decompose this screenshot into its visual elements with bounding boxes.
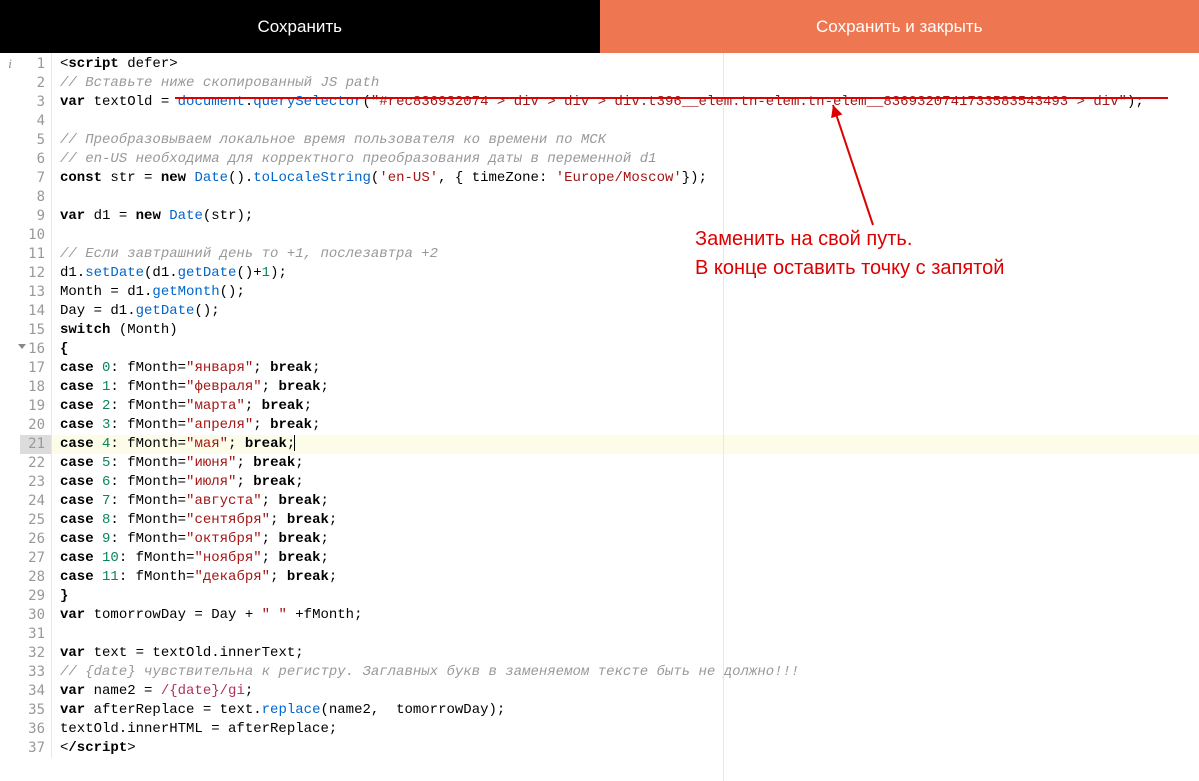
code-line: </script> xyxy=(60,739,1199,758)
code-line: case 8: fMonth="сентября"; break; xyxy=(60,511,1199,530)
annotation-arrow-icon xyxy=(828,100,888,230)
line-number: 3 xyxy=(20,93,51,112)
line-number: 9 xyxy=(20,207,51,226)
annotation-underline xyxy=(175,97,1168,99)
line-number: 4 xyxy=(20,112,51,131)
code-line: case 11: fMonth="декабря"; break; xyxy=(60,568,1199,587)
code-line: case 3: fMonth="апреля"; break; xyxy=(60,416,1199,435)
line-number: 19 xyxy=(20,397,51,416)
code-line: case 10: fMonth="ноября"; break; xyxy=(60,549,1199,568)
line-number: 24 xyxy=(20,492,51,511)
line-number: 10 xyxy=(20,226,51,245)
line-number: 16 xyxy=(20,340,51,359)
line-number: 34 xyxy=(20,682,51,701)
code-line: textOld.innerHTML = afterReplace; xyxy=(60,720,1199,739)
code-line: case 2: fMonth="марта"; break; xyxy=(60,397,1199,416)
code-line xyxy=(60,188,1199,207)
code-line: Month = d1.getMonth(); xyxy=(60,283,1199,302)
line-number: 13 xyxy=(20,283,51,302)
code-line: case 6: fMonth="июля"; break; xyxy=(60,473,1199,492)
info-icon: i xyxy=(8,56,12,71)
save-button[interactable]: Сохранить xyxy=(0,0,600,53)
code-line: case 5: fMonth="июня"; break; xyxy=(60,454,1199,473)
line-number: 25 xyxy=(20,511,51,530)
line-number: 36 xyxy=(20,720,51,739)
code-line: var d1 = new Date(str); xyxy=(60,207,1199,226)
code-line: } xyxy=(60,587,1199,606)
line-number: 17 xyxy=(20,359,51,378)
code-line: Day = d1.getDate(); xyxy=(60,302,1199,321)
line-number: 20 xyxy=(20,416,51,435)
code-line: // {date} чувствительна к регистру. Загл… xyxy=(60,663,1199,682)
code-line: case 1: fMonth="февраля"; break; xyxy=(60,378,1199,397)
line-number: 11 xyxy=(20,245,51,264)
code-line: // Преобразовываем локальное время польз… xyxy=(60,131,1199,150)
info-gutter: i xyxy=(0,53,20,758)
line-number: 22 xyxy=(20,454,51,473)
line-number: 27 xyxy=(20,549,51,568)
line-number: 15 xyxy=(20,321,51,340)
line-number: 29 xyxy=(20,587,51,606)
line-number: 6 xyxy=(20,150,51,169)
fold-icon[interactable] xyxy=(18,344,26,349)
code-line: var textOld = document.querySelector("#r… xyxy=(60,93,1199,112)
code-line: // en-US необходима для корректного прео… xyxy=(60,150,1199,169)
line-number: 23 xyxy=(20,473,51,492)
line-number: 31 xyxy=(20,625,51,644)
line-number: 26 xyxy=(20,530,51,549)
code-area[interactable]: <script defer> // Вставьте ниже скопиров… xyxy=(52,53,1199,758)
line-number-gutter: 1 2 3 4 5 6 7 8 9 10 11 12 13 14 15 16 1… xyxy=(20,53,52,758)
line-number: 18 xyxy=(20,378,51,397)
line-number: 7 xyxy=(20,169,51,188)
code-line: const str = new Date().toLocaleString('e… xyxy=(60,169,1199,188)
line-number: 12 xyxy=(20,264,51,283)
code-line: case 0: fMonth="января"; break; xyxy=(60,359,1199,378)
line-number: 30 xyxy=(20,606,51,625)
line-number: 1 xyxy=(20,55,51,74)
line-number: 14 xyxy=(20,302,51,321)
code-line: case 7: fMonth="августа"; break; xyxy=(60,492,1199,511)
code-editor[interactable]: i 1 2 3 4 5 6 7 8 9 10 11 12 13 14 15 16… xyxy=(0,53,1199,758)
code-line: case 4: fMonth="мая"; break; xyxy=(60,435,1199,454)
text-cursor xyxy=(294,435,295,451)
code-line: // Если завтрашний день то +1, послезавт… xyxy=(60,245,1199,264)
line-number: 21 xyxy=(20,435,51,454)
code-line xyxy=(60,226,1199,245)
line-number: 33 xyxy=(20,663,51,682)
code-line xyxy=(60,112,1199,131)
code-line: { xyxy=(60,340,1199,359)
editor-margin-line xyxy=(723,53,724,781)
code-line: // Вставьте ниже скопированный JS path xyxy=(60,74,1199,93)
code-line: var text = textOld.innerText; xyxy=(60,644,1199,663)
code-line: <script defer> xyxy=(60,55,1199,74)
line-number: 5 xyxy=(20,131,51,150)
code-line: case 9: fMonth="октября"; break; xyxy=(60,530,1199,549)
code-line: var tomorrowDay = Day + " " +fMonth; xyxy=(60,606,1199,625)
code-line: var name2 = /{date}/gi; xyxy=(60,682,1199,701)
code-line xyxy=(60,625,1199,644)
annotation-text: Заменить на свой путь. В конце оставить … xyxy=(695,225,1004,283)
line-number: 8 xyxy=(20,188,51,207)
line-number: 32 xyxy=(20,644,51,663)
line-number: 2 xyxy=(20,74,51,93)
line-number: 37 xyxy=(20,739,51,758)
code-line: var afterReplace = text.replace(name2, t… xyxy=(60,701,1199,720)
code-line: d1.setDate(d1.getDate()+1); xyxy=(60,264,1199,283)
line-number: 35 xyxy=(20,701,51,720)
line-number: 28 xyxy=(20,568,51,587)
toolbar: Сохранить Сохранить и закрыть xyxy=(0,0,1199,53)
code-line: switch (Month) xyxy=(60,321,1199,340)
save-and-close-button[interactable]: Сохранить и закрыть xyxy=(600,0,1199,53)
